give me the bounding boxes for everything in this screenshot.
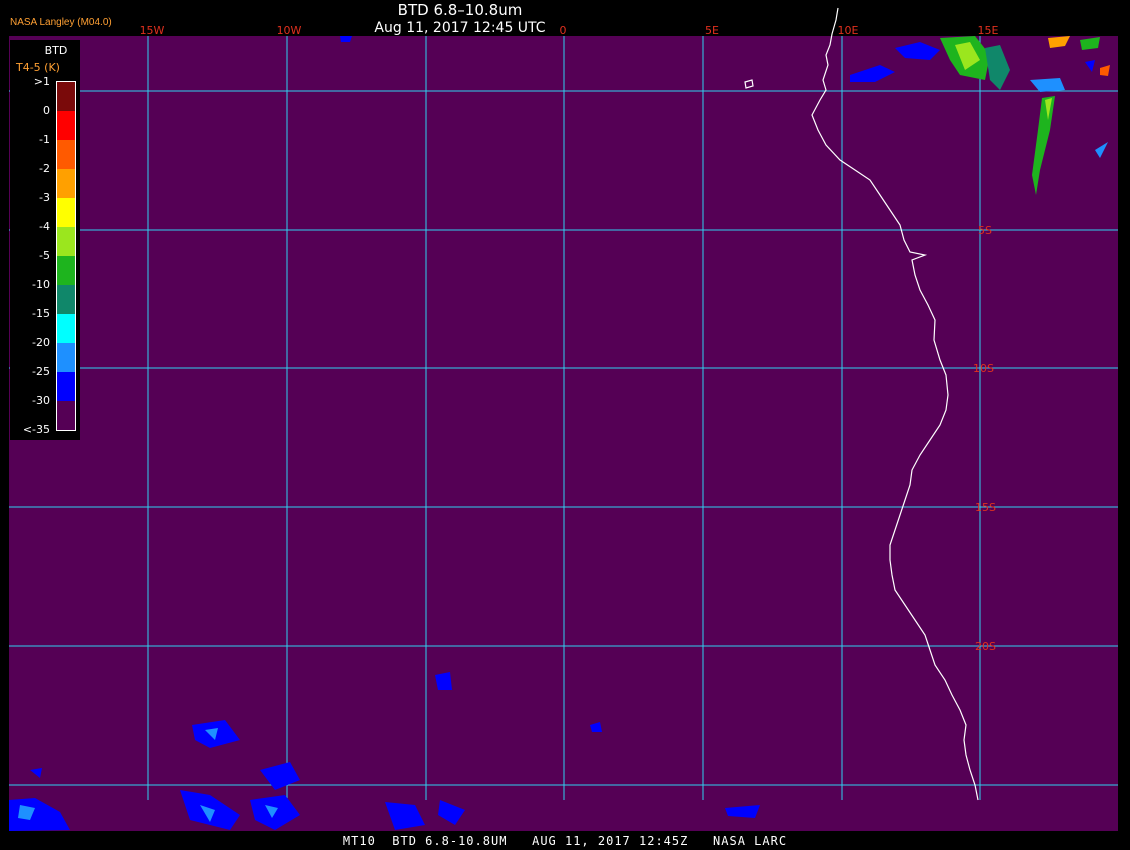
legend-swatch: [57, 140, 75, 169]
lon-label-10w: 10W: [277, 24, 302, 37]
legend-label: -1: [39, 133, 50, 146]
lon-label-15e: 15E: [978, 24, 999, 37]
legend-swatch: [57, 198, 75, 227]
lat-label-15s: 15S: [975, 501, 996, 514]
legend-swatch: [57, 169, 75, 198]
legend-swatch: [57, 343, 75, 372]
legend-label: 0: [43, 104, 50, 117]
legend-label: -2: [39, 162, 50, 175]
legend-label: -15: [32, 307, 50, 320]
legend-label: <-35: [22, 423, 50, 436]
legend-swatch: [57, 401, 75, 430]
legend-swatch: [57, 256, 75, 285]
legend-label: -25: [32, 365, 50, 378]
legend-units: T4-5 (K): [16, 61, 60, 74]
lat-label-5s: 5S: [978, 224, 992, 237]
lat-label-20s: 20S: [975, 640, 996, 653]
legend-label: -3: [39, 191, 50, 204]
legend-colorbar: [56, 81, 76, 431]
lat-label-10s: 10S: [973, 362, 994, 375]
legend-title: BTD: [44, 44, 68, 57]
lon-label-10e: 10E: [838, 24, 859, 37]
legend-label: -20: [32, 336, 50, 349]
satellite-map: 15W 10W 0 5E 10E 15E 5S 10S 15S 20S: [9, 7, 1118, 831]
footer-caption: MT10 BTD 6.8-10.8UM AUG 11, 2017 12:45Z …: [342, 834, 788, 848]
legend-swatch: [57, 372, 75, 401]
legend-swatch: [57, 227, 75, 256]
legend-label: -4: [39, 220, 50, 233]
legend-label: -10: [32, 278, 50, 291]
color-legend: BTD T4-5 (K) >1 0 -1 -2 -3 -4 -5 -10 -15 -20 -25 -3…: [10, 40, 80, 440]
legend-swatch: [57, 285, 75, 314]
legend-swatch: [57, 314, 75, 343]
legend-label: -5: [39, 249, 50, 262]
credit-label: NASA Langley (M04.0): [10, 17, 112, 28]
lon-label-15w: 15W: [140, 24, 165, 37]
legend-label: -30: [32, 394, 50, 407]
product-title: BTD 6.8–10.8um: [397, 1, 523, 19]
timestamp: Aug 11, 2017 12:45 UTC: [374, 20, 546, 36]
legend-swatch: [57, 111, 75, 140]
legend-swatch: [57, 82, 75, 111]
legend-label: >1: [33, 75, 50, 88]
lon-label-5e: 5E: [705, 24, 719, 37]
